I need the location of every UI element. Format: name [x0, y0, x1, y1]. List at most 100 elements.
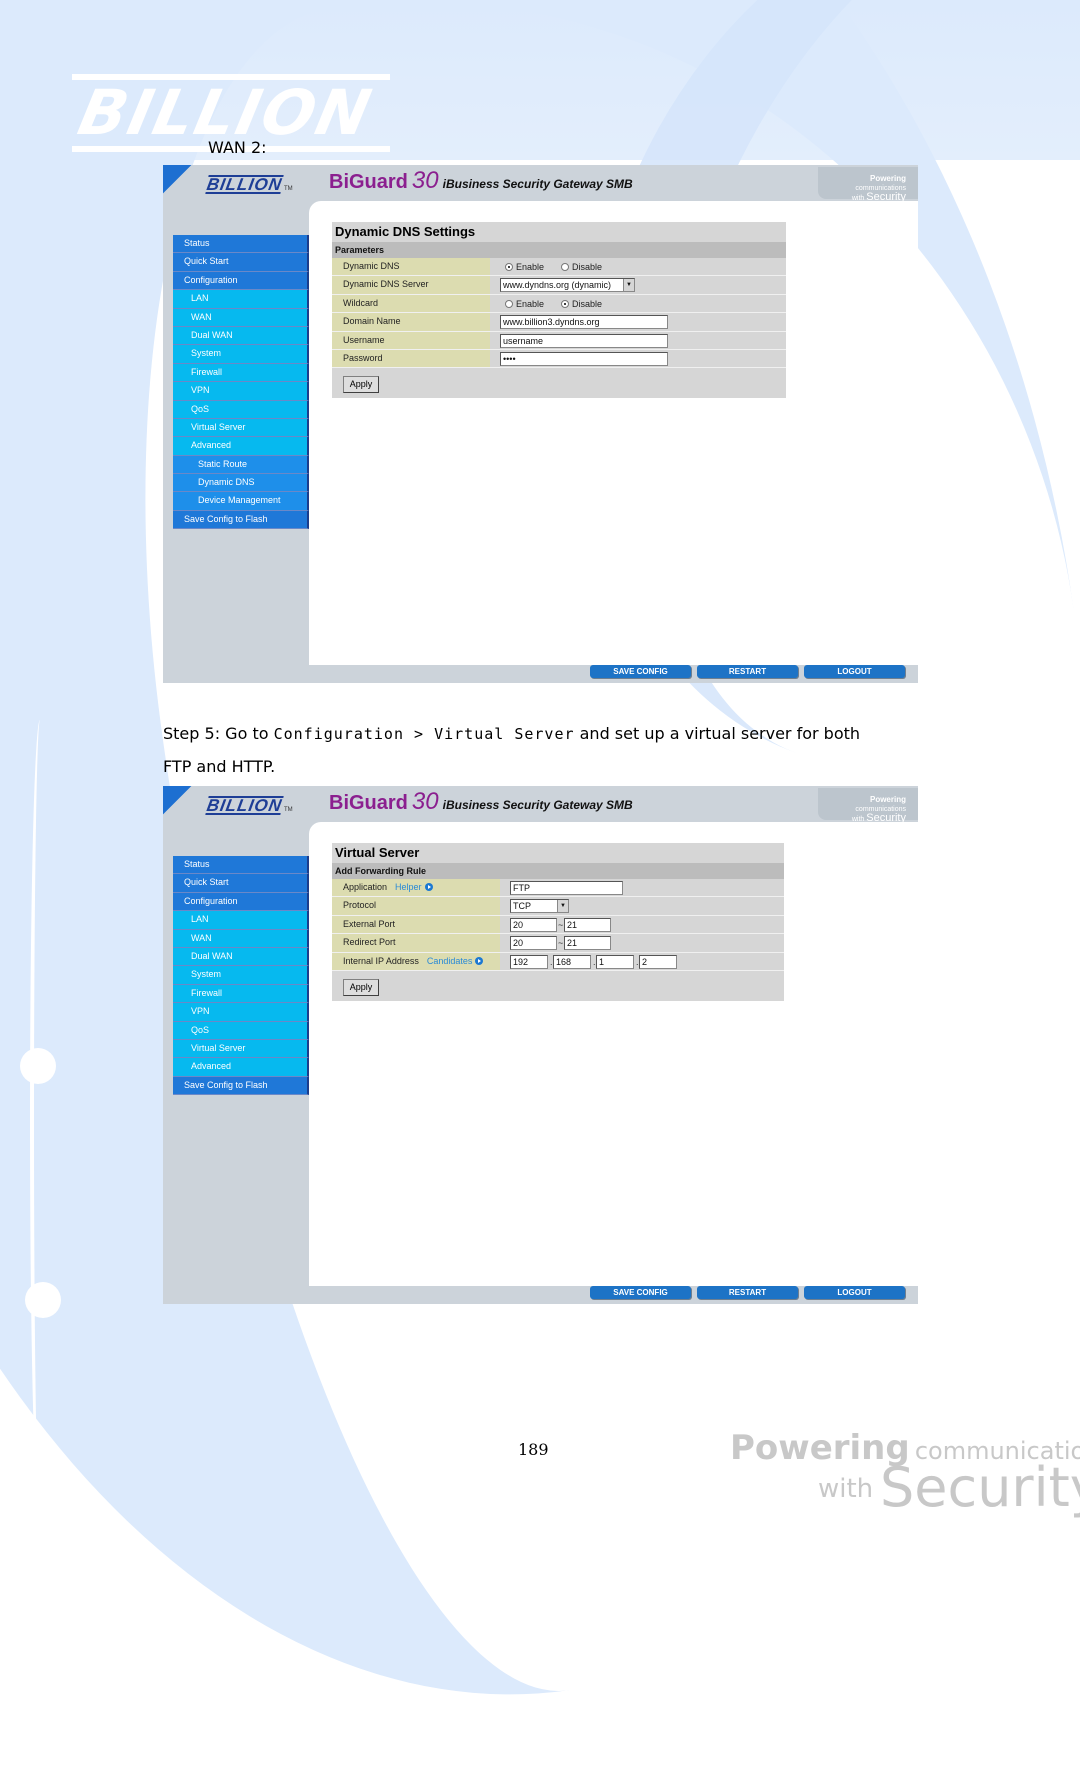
row-dynamic-dns-server: Dynamic DNS Server www.dyndns.org (dynam…: [332, 276, 786, 295]
radio-selected-icon: [505, 263, 513, 271]
range-separator: ~: [558, 919, 564, 930]
sidebar-item-vpn[interactable]: VPN: [173, 1003, 309, 1022]
sidebar-item-firewall[interactable]: Firewall: [173, 363, 309, 383]
sidebar-item-dual-wan[interactable]: Dual WAN: [173, 947, 309, 967]
chevron-down-icon[interactable]: ▼: [557, 900, 568, 913]
ip-octet-3-input[interactable]: 1: [596, 954, 634, 969]
virtual-server-panel: Virtual Server Add Forwarding Rule Appli…: [332, 843, 784, 1001]
field-label: External Port: [332, 915, 500, 934]
radio-label: Enable: [516, 262, 545, 272]
logo-wordmark: BILLION: [72, 76, 379, 149]
external-port-start-input[interactable]: 20: [510, 917, 557, 932]
apply-button[interactable]: Apply: [343, 376, 379, 394]
wildcard-disable-radio[interactable]: Disable: [561, 299, 602, 309]
product-brand: BiGuard 30 iBusiness Security Gateway SMB: [329, 788, 633, 816]
sidebar-item-device-management[interactable]: Device Management: [173, 492, 309, 511]
dns-server-select[interactable]: www.dyndns.org (dynamic) ▼: [500, 278, 635, 293]
sidebar-menu: Status Quick Start Configuration LAN WAN Dual…: [173, 856, 309, 1096]
redirect-port-end-input[interactable]: 21: [564, 936, 611, 951]
application-input[interactable]: FTP: [510, 881, 623, 895]
router-logo: BILLIONTM: [205, 796, 297, 818]
sidebar-item-save-config-to-flash[interactable]: Save Config to Flash: [173, 1076, 309, 1096]
sidebar-item-virtual-server[interactable]: Virtual Server: [173, 418, 309, 438]
product-subtitle: iBusiness Security Gateway SMB: [442, 798, 633, 812]
tagline-badge: Powering communications with Security: [818, 788, 918, 824]
dynamic-dns-panel: Dynamic DNS Settings Parameters Dynamic …: [332, 222, 786, 399]
router-footer: SAVE CONFIG RESTART LOGOUT: [163, 1286, 918, 1304]
sidebar-item-static-route[interactable]: Static Route: [173, 455, 309, 475]
logout-button[interactable]: LOGOUT: [804, 665, 905, 678]
username-input[interactable]: username: [500, 333, 668, 348]
redirect-port-start-input[interactable]: 20: [510, 936, 557, 951]
sidebar-item-virtual-server[interactable]: Virtual Server: [173, 1039, 309, 1059]
link-text: Candidates: [426, 955, 473, 966]
radio-label: Enable: [516, 298, 545, 309]
sidebar-item-system[interactable]: System: [173, 345, 309, 364]
wildcard-enable-radio[interactable]: Enable: [505, 299, 544, 309]
sidebar-item-status[interactable]: Status: [173, 235, 309, 254]
menu-path-separator: >: [404, 725, 435, 743]
tagline-badge: Powering communications with Security: [818, 167, 918, 203]
sidebar-item-configuration[interactable]: Configuration: [173, 892, 309, 912]
background-line: [30, 720, 50, 1520]
tagline-powering: Powering: [869, 174, 906, 183]
menu-path-virtual-server: Virtual Server: [434, 725, 575, 743]
dynamic-dns-disable-radio[interactable]: Disable: [561, 262, 602, 272]
page-title: Dynamic DNS Settings: [332, 222, 786, 242]
candidates-link[interactable]: Candidates: [427, 956, 484, 966]
sidebar-item-configuration[interactable]: Configuration: [173, 271, 309, 291]
ip-octet-4-input[interactable]: 2: [639, 954, 677, 969]
sidebar-item-advanced[interactable]: Advanced: [173, 437, 309, 456]
row-internal-ip: Internal IP Address Candidates 192 . 168 …: [332, 952, 784, 971]
sidebar-item-status[interactable]: Status: [173, 856, 309, 875]
row-application: Application Helper FTP: [332, 879, 784, 898]
sidebar-item-wan[interactable]: WAN: [173, 929, 309, 948]
save-config-button[interactable]: SAVE CONFIG: [590, 1286, 691, 1299]
domain-name-input[interactable]: www.billion3.dyndns.org: [500, 315, 668, 330]
step-text-suffix: and set up a virtual server for both: [574, 724, 861, 743]
sidebar-item-quick-start[interactable]: Quick Start: [173, 874, 309, 893]
radio-label: Disable: [572, 262, 603, 272]
sidebar-item-lan[interactable]: LAN: [173, 911, 309, 930]
sidebar-item-save-config-to-flash[interactable]: Save Config to Flash: [173, 510, 309, 530]
sidebar-item-qos[interactable]: QoS: [173, 1021, 309, 1040]
sidebar-item-firewall[interactable]: Firewall: [173, 984, 309, 1004]
protocol-select[interactable]: TCP ▼: [510, 899, 569, 914]
chevron-down-icon[interactable]: ▼: [623, 279, 634, 292]
field-label: Dynamic DNS Server: [332, 276, 490, 294]
sidebar-item-quick-start[interactable]: Quick Start: [173, 253, 309, 272]
sidebar-item-advanced[interactable]: Advanced: [173, 1058, 309, 1077]
sidebar-item-wan[interactable]: WAN: [173, 308, 309, 327]
sidebar-item-system[interactable]: System: [173, 966, 309, 985]
field-label: Wildcard: [332, 294, 490, 313]
sidebar-item-dual-wan[interactable]: Dual WAN: [173, 326, 309, 346]
wan-label: WAN 2:: [208, 138, 267, 157]
brand-with: with: [818, 1474, 874, 1504]
arrow-right-circle-icon: [475, 956, 484, 965]
external-port-end-input[interactable]: 21: [564, 917, 611, 932]
router-logo: BILLIONTM: [205, 175, 297, 197]
router-footer: SAVE CONFIG RESTART LOGOUT: [163, 665, 918, 683]
sidebar-item-dynamic-dns[interactable]: Dynamic DNS: [173, 474, 309, 493]
row-password: Password ••••: [332, 349, 786, 369]
helper-link[interactable]: Helper: [395, 882, 433, 892]
restart-button[interactable]: RESTART: [697, 1286, 798, 1299]
sidebar-item-qos[interactable]: QoS: [173, 400, 309, 419]
router-logo-text: BILLION: [205, 796, 284, 815]
sidebar-item-vpn[interactable]: VPN: [173, 382, 309, 401]
ip-octet-1-input[interactable]: 192: [510, 954, 548, 969]
sidebar-item-lan[interactable]: LAN: [173, 290, 309, 309]
section-header: Add Forwarding Rule: [332, 863, 784, 879]
restart-button[interactable]: RESTART: [697, 665, 798, 678]
dynamic-dns-enable-radio[interactable]: Enable: [505, 262, 544, 272]
ip-octet-2-input[interactable]: 168: [553, 954, 591, 969]
background-dot: [25, 1282, 61, 1318]
logout-button[interactable]: LOGOUT: [804, 1286, 905, 1299]
password-input[interactable]: ••••: [500, 351, 668, 366]
trademark: TM: [284, 807, 293, 813]
product-number: 30: [411, 788, 439, 815]
save-config-button[interactable]: SAVE CONFIG: [590, 665, 691, 678]
corner-decoration: [163, 165, 203, 195]
apply-button[interactable]: Apply: [343, 978, 379, 996]
select-value: TCP: [513, 901, 531, 912]
